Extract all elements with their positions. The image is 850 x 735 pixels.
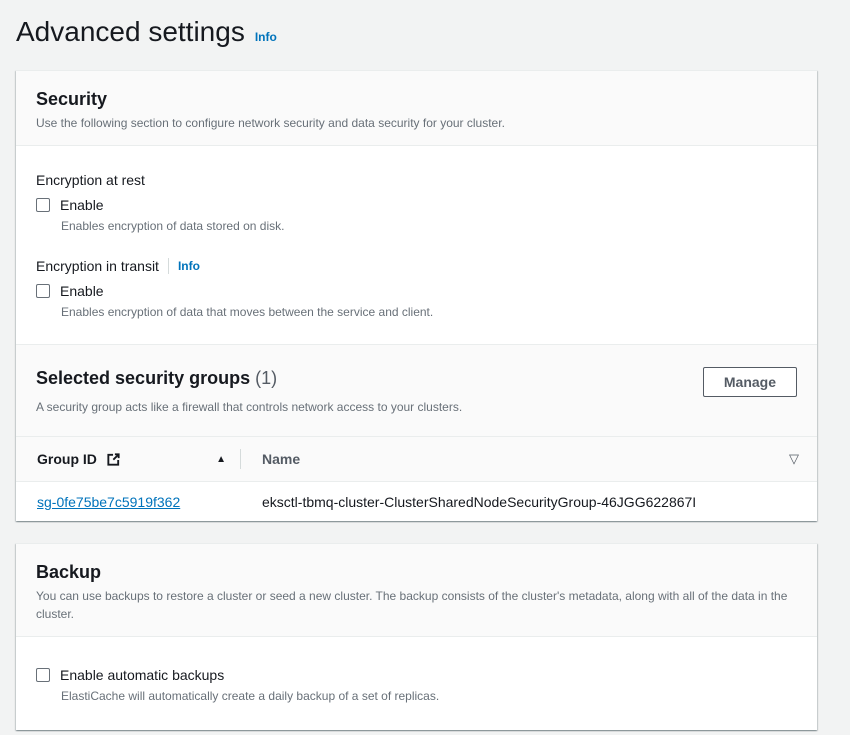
name-column-label: Name — [262, 451, 300, 467]
encryption-in-transit-info-link[interactable]: Info — [178, 259, 200, 273]
security-group-name-cell: eksctl-tbmq-cluster-ClusterSharedNodeSec… — [240, 494, 817, 510]
backup-card-header: Backup You can use backups to restore a … — [16, 544, 817, 637]
column-header-name[interactable]: Name ▽ — [240, 437, 817, 481]
backup-card-title: Backup — [36, 561, 797, 583]
column-divider — [240, 449, 241, 469]
selected-security-groups-title: Selected security groups (1) — [36, 367, 462, 389]
manage-button[interactable]: Manage — [703, 367, 797, 397]
page-header: Advanced settings Info — [16, 16, 817, 48]
group-id-column-label: Group ID — [37, 451, 97, 467]
encryption-at-rest-label: Encryption at rest — [36, 170, 797, 190]
security-card-title: Security — [36, 88, 797, 110]
sort-indicator-down-icon: ▽ — [789, 451, 799, 467]
enable-automatic-backups-label: Enable automatic backups — [60, 667, 224, 683]
backup-card-body: Enable automatic backups ElastiCache wil… — [16, 637, 817, 730]
selected-security-groups-header: Selected security groups (1) A security … — [16, 344, 817, 436]
encryption-at-rest-checkbox[interactable] — [36, 198, 50, 212]
selected-security-groups-heading-block: Selected security groups (1) A security … — [36, 367, 462, 416]
security-groups-table-header: Group ID ▲ Name ▽ — [16, 436, 817, 481]
column-header-group-id[interactable]: Group ID ▲ — [16, 437, 240, 481]
group-id-cell: sg-0fe75be7c5919f362 — [16, 494, 240, 510]
encryption-in-transit-checkbox[interactable] — [36, 284, 50, 298]
security-group-id-link[interactable]: sg-0fe75be7c5919f362 — [37, 494, 180, 510]
backup-card: Backup You can use backups to restore a … — [16, 543, 817, 730]
encryption-in-transit-field: Encryption in transit Info Enable Enable… — [36, 256, 797, 320]
encryption-at-rest-help: Enables encryption of data stored on dis… — [61, 218, 797, 234]
advanced-settings-page: Advanced settings Info Security Use the … — [0, 0, 850, 730]
enable-automatic-backups-checkbox[interactable] — [36, 668, 50, 682]
label-divider — [168, 258, 169, 274]
encryption-in-transit-label-row: Encryption in transit Info — [36, 256, 797, 276]
encryption-at-rest-field: Encryption at rest Enable Enables encryp… — [36, 170, 797, 234]
encryption-at-rest-enable-row[interactable]: Enable — [36, 197, 797, 213]
page-info-link[interactable]: Info — [255, 30, 277, 44]
encryption-in-transit-checkbox-label: Enable — [60, 283, 104, 299]
selected-security-groups-count: (1) — [255, 368, 277, 388]
encryption-in-transit-help: Enables encryption of data that moves be… — [61, 304, 797, 320]
sort-ascending-icon: ▲ — [216, 454, 226, 465]
enable-automatic-backups-row[interactable]: Enable automatic backups — [36, 667, 797, 683]
selected-security-groups-description: A security group acts like a firewall th… — [36, 398, 462, 416]
encryption-in-transit-label: Encryption in transit — [36, 256, 159, 276]
security-card: Security Use the following section to co… — [16, 70, 817, 521]
external-link-icon — [106, 452, 121, 467]
encryption-at-rest-checkbox-label: Enable — [60, 197, 104, 213]
encryption-in-transit-enable-row[interactable]: Enable — [36, 283, 797, 299]
enable-automatic-backups-help: ElastiCache will automatically create a … — [61, 688, 797, 704]
security-group-table-row: sg-0fe75be7c5919f362 eksctl-tbmq-cluster… — [16, 481, 817, 521]
backup-card-description: You can use backups to restore a cluster… — [36, 587, 797, 623]
page-title: Advanced settings — [16, 16, 245, 48]
security-card-header: Security Use the following section to co… — [16, 71, 817, 146]
security-card-description: Use the following section to configure n… — [36, 114, 797, 132]
selected-security-groups-title-text: Selected security groups — [36, 368, 250, 388]
security-card-body: Encryption at rest Enable Enables encryp… — [16, 146, 817, 344]
